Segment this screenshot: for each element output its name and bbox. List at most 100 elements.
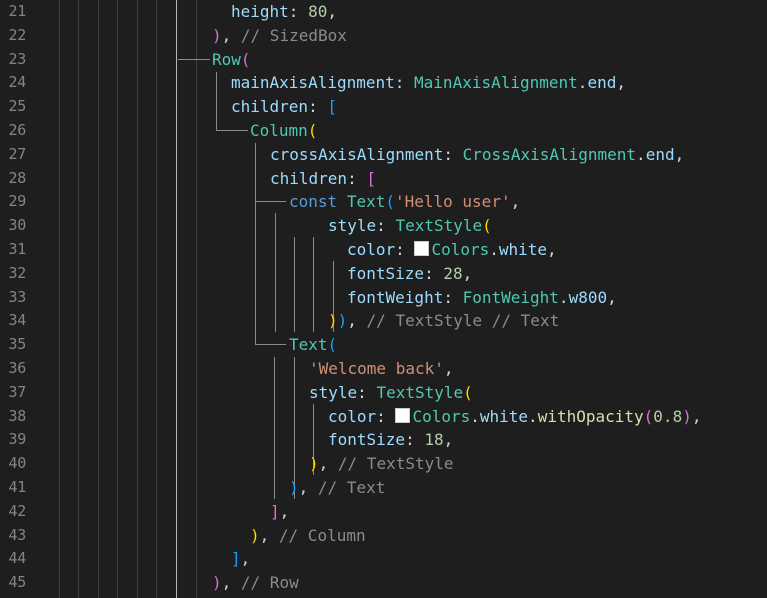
token-bracket-orchid: ) bbox=[682, 406, 692, 426]
code-line[interactable]: Text( bbox=[289, 333, 337, 357]
code-line[interactable]: children: [ bbox=[270, 167, 376, 191]
token-class: Colors bbox=[431, 240, 490, 259]
token-identifier: children bbox=[270, 168, 348, 188]
token-punctuation: : bbox=[376, 216, 396, 236]
token-punctuation: , bbox=[221, 25, 241, 45]
code-line[interactable]: ), // SizedBox bbox=[212, 24, 347, 48]
token-identifier: end bbox=[645, 144, 675, 164]
token-punctuation: . bbox=[558, 287, 569, 307]
token-class: CrossAxisAlignment bbox=[462, 144, 637, 164]
token-class: Colors bbox=[412, 406, 471, 426]
token-punctuation: , bbox=[221, 573, 241, 593]
code-line[interactable]: fontSize: 18, bbox=[328, 428, 453, 452]
token-bracket-gold: ( bbox=[307, 121, 318, 140]
token-punctuation: , bbox=[607, 287, 617, 307]
token-bracket-orchid: ] bbox=[270, 501, 280, 521]
code-lines[interactable]: height: 80,), // SizedBox Row(mainAxisAli… bbox=[0, 0, 767, 598]
token-identifier: fontSize bbox=[328, 430, 406, 450]
token-class: Text bbox=[346, 192, 386, 212]
token-comment: // TextStyle // Text bbox=[366, 311, 560, 331]
token-punctuation: , bbox=[279, 501, 290, 521]
token-punctuation: , bbox=[510, 192, 521, 212]
token-string: 'Hello user' bbox=[394, 192, 511, 212]
token-punctuation bbox=[337, 192, 347, 211]
token-punctuation: : bbox=[405, 430, 425, 450]
token-class: TextStyle bbox=[395, 216, 483, 236]
token-punctuation: : bbox=[357, 382, 377, 402]
token-bracket-orchid: ) bbox=[212, 25, 222, 45]
token-punctuation: . bbox=[528, 406, 538, 426]
token-number: 80 bbox=[308, 2, 328, 21]
token-bracket-gold: ( bbox=[463, 382, 473, 402]
token-punctuation: , bbox=[298, 478, 318, 497]
token-bracket-blue: ) bbox=[289, 478, 299, 497]
token-punctuation: : bbox=[288, 2, 309, 21]
token-punctuation: , bbox=[318, 454, 338, 474]
code-line[interactable]: fontWeight: FontWeight.w800, bbox=[347, 286, 617, 310]
token-identifier: style bbox=[328, 216, 377, 236]
code-line[interactable]: ), // Column bbox=[250, 524, 366, 548]
token-identifier: fontSize bbox=[347, 263, 425, 283]
token-punctuation: . bbox=[489, 240, 499, 259]
token-punctuation: , bbox=[616, 73, 626, 93]
token-bracket-gold: ) bbox=[328, 311, 338, 331]
token-class: Column bbox=[250, 121, 308, 140]
token-bracket-blue: [ bbox=[327, 97, 337, 117]
code-line[interactable]: ), // Row bbox=[212, 571, 299, 595]
token-punctuation: . bbox=[636, 144, 646, 164]
token-bracket-orchid: ( bbox=[643, 406, 654, 426]
token-punctuation: , bbox=[259, 525, 279, 545]
token-comment: // Text bbox=[317, 478, 386, 497]
token-punctuation: . bbox=[470, 406, 480, 426]
code-line[interactable]: height: 80, bbox=[231, 0, 337, 24]
token-bracket-gold: ( bbox=[482, 216, 492, 236]
code-line[interactable]: ], bbox=[270, 500, 289, 524]
token-bracket-gold: ) bbox=[309, 454, 319, 474]
token-identifier: crossAxisAlignment bbox=[270, 144, 444, 164]
code-line[interactable]: children: [ bbox=[231, 95, 337, 119]
color-swatch-icon[interactable] bbox=[395, 407, 411, 423]
token-comment: // SizedBox bbox=[240, 25, 347, 45]
token-punctuation: : bbox=[394, 73, 415, 93]
token-punctuation: , bbox=[674, 144, 685, 164]
code-line[interactable]: ), // TextStyle bbox=[309, 452, 454, 476]
token-punctuation: , bbox=[347, 311, 367, 331]
token-bracket-blue: ( bbox=[385, 192, 395, 212]
token-identifier: children bbox=[231, 97, 309, 117]
code-line[interactable]: ], bbox=[231, 547, 250, 571]
token-punctuation: : bbox=[376, 406, 396, 426]
code-line[interactable]: Row( bbox=[212, 48, 251, 72]
code-line[interactable]: )), // TextStyle // Text bbox=[328, 309, 559, 333]
code-line[interactable]: mainAxisAlignment: MainAxisAlignment.end… bbox=[231, 71, 626, 95]
token-punctuation: , bbox=[462, 263, 473, 283]
token-punctuation: : bbox=[347, 168, 367, 188]
code-line[interactable]: style: TextStyle( bbox=[328, 214, 492, 238]
token-punctuation: : bbox=[443, 144, 463, 164]
token-punctuation: : bbox=[443, 287, 463, 307]
token-punctuation: , bbox=[547, 240, 557, 259]
token-class: Text bbox=[289, 335, 328, 355]
token-identifier: white bbox=[498, 240, 548, 259]
token-bracket-blue: ] bbox=[231, 549, 241, 569]
token-punctuation: , bbox=[240, 549, 251, 569]
token-punctuation: , bbox=[443, 359, 454, 378]
code-line[interactable]: Column( bbox=[250, 119, 317, 143]
code-line[interactable]: style: TextStyle( bbox=[309, 381, 473, 405]
token-bracket-orchid: [ bbox=[366, 168, 376, 188]
token-punctuation: : bbox=[395, 240, 415, 259]
token-identifier: color bbox=[347, 240, 396, 259]
code-line[interactable]: 'Welcome back', bbox=[309, 357, 454, 381]
token-class: MainAxisAlignment bbox=[414, 73, 578, 93]
token-punctuation: . bbox=[577, 73, 588, 93]
code-line[interactable]: ), // Text bbox=[289, 476, 385, 500]
code-line[interactable]: crossAxisAlignment: CrossAxisAlignment.e… bbox=[270, 143, 684, 167]
code-line[interactable]: const Text('Hello user', bbox=[289, 190, 520, 214]
code-line[interactable]: color: Colors.white.withOpacity(0.8), bbox=[328, 405, 701, 429]
code-line[interactable]: fontSize: 28, bbox=[347, 262, 472, 286]
token-identifier: fontWeight bbox=[347, 287, 444, 307]
token-bracket-gold: ) bbox=[250, 525, 260, 545]
code-editor[interactable]: 21 22 23 24 25 26 27 28 29 30 31 32 33 34 35 36 37 38 39 40… bbox=[0, 0, 767, 598]
color-swatch-icon[interactable] bbox=[414, 241, 430, 256]
token-bracket-orchid: ( bbox=[240, 49, 251, 69]
code-line[interactable]: color: Colors.white, bbox=[347, 238, 557, 262]
